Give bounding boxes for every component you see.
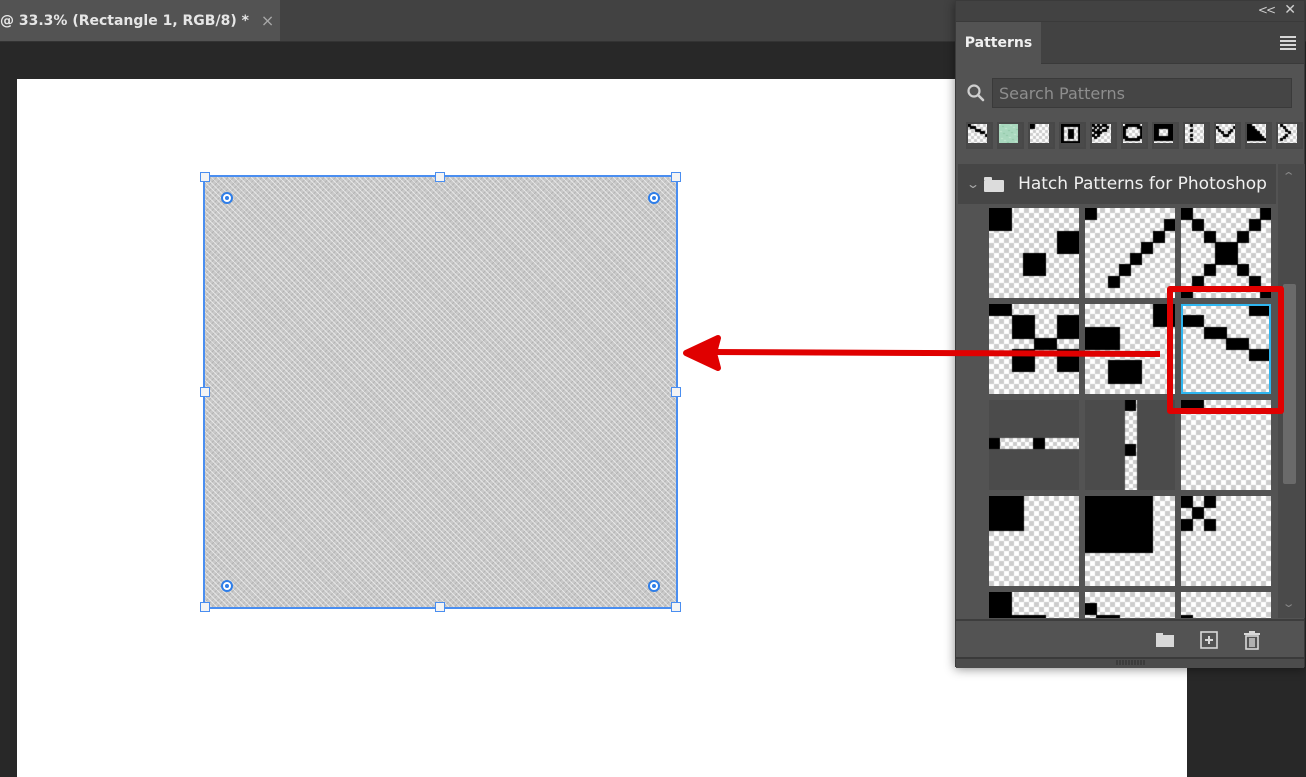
close-tab-icon[interactable]: × (261, 11, 274, 30)
transform-handle-bottom-right[interactable] (671, 602, 681, 612)
transform-handle-bottom[interactable] (435, 602, 445, 612)
pattern-group-name: Hatch Patterns for Photoshop (1018, 174, 1267, 194)
recent-pattern-square-frame[interactable] (1152, 122, 1179, 149)
pattern-swatch[interactable] (1085, 400, 1175, 490)
pattern-swatch[interactable] (1085, 496, 1175, 586)
recent-pattern-envelope-v[interactable] (1214, 122, 1241, 149)
pattern-swatch[interactable] (1085, 208, 1175, 298)
tab-patterns[interactable]: Patterns (956, 22, 1041, 64)
search-icon (966, 82, 988, 104)
scrollbar-thumb[interactable] (1283, 284, 1296, 484)
pattern-swatch[interactable] (1181, 400, 1271, 490)
recent-pattern-triangle-fill[interactable] (1245, 122, 1272, 149)
search-patterns-input[interactable] (992, 78, 1292, 108)
folder-icon (984, 176, 1005, 192)
corner-radius-handle-bottom-right[interactable] (648, 580, 660, 592)
scroll-up-icon[interactable]: ⌃ (1282, 170, 1296, 183)
transform-handle-top-right[interactable] (671, 172, 681, 182)
panel-resize-grip[interactable] (956, 657, 1304, 668)
pattern-group-header[interactable]: ⌄ Hatch Patterns for Photoshop (958, 164, 1276, 204)
rectangle-layer-shape[interactable] (203, 175, 678, 609)
pattern-swatch[interactable] (1181, 592, 1271, 618)
pattern-scrollbar[interactable]: ⌃ ⌄ (1278, 164, 1305, 618)
pattern-swatch[interactable] (1181, 208, 1271, 298)
transform-handle-bottom-left[interactable] (200, 602, 210, 612)
panel-tab-strip: Patterns (956, 22, 1304, 64)
panel-title-bar: << ✕ (956, 1, 1304, 22)
corner-radius-handle-top-left[interactable] (221, 192, 233, 204)
chevron-down-icon[interactable]: ⌄ (966, 177, 980, 191)
pattern-swatch[interactable] (1085, 592, 1175, 618)
pattern-swatch[interactable] (989, 208, 1079, 298)
pattern-swatch[interactable] (989, 400, 1079, 490)
panel-footer (956, 619, 1304, 659)
recent-pattern-dotted-vertical[interactable] (1183, 122, 1210, 149)
corner-radius-handle-top-right[interactable] (648, 192, 660, 204)
collapse-panel-icon[interactable]: << (1258, 3, 1276, 17)
document-tab[interactable]: @ 33.3% (Rectangle 1, RGB/8) * × (0, 0, 280, 41)
pattern-swatch[interactable] (989, 592, 1079, 618)
hamburger-menu-icon[interactable] (1280, 36, 1296, 52)
recent-pattern-chevron-right[interactable] (1276, 122, 1303, 149)
new-pattern-button[interactable] (1199, 630, 1219, 650)
recent-pattern-framed-bar[interactable] (1059, 122, 1086, 149)
new-group-button[interactable] (1155, 630, 1175, 650)
recent-pattern-diagonal-squares[interactable] (966, 122, 993, 149)
recent-patterns-row (966, 122, 1306, 149)
folder-icon (1156, 633, 1174, 647)
transform-handle-right[interactable] (671, 387, 681, 397)
recent-pattern-corner-square[interactable] (1028, 122, 1055, 149)
recent-pattern-ring[interactable] (1121, 122, 1148, 149)
transform-handle-top-left[interactable] (200, 172, 210, 182)
scroll-down-icon[interactable]: ⌄ (1282, 597, 1296, 610)
pattern-swatch[interactable] (1085, 304, 1175, 394)
transform-handle-top[interactable] (435, 172, 445, 182)
corner-radius-handle-bottom-left[interactable] (221, 580, 233, 592)
pattern-grid (958, 204, 1276, 618)
search-row (966, 77, 1296, 109)
document-tab-title: @ 33.3% (Rectangle 1, RGB/8) * (0, 12, 249, 29)
close-panel-icon[interactable]: ✕ (1284, 2, 1296, 18)
trash-icon (1244, 631, 1260, 650)
recent-pattern-green-texture[interactable] (997, 122, 1024, 149)
pattern-swatch[interactable] (989, 304, 1079, 394)
transform-handle-left[interactable] (200, 387, 210, 397)
pattern-swatch[interactable] (1181, 304, 1271, 394)
delete-pattern-button[interactable] (1242, 630, 1262, 650)
patterns-panel: << ✕ Patterns ⌄ Hatch Patterns for Photo… (955, 0, 1306, 668)
pattern-swatch[interactable] (989, 496, 1079, 586)
pattern-swatch[interactable] (1181, 496, 1271, 586)
add-icon (1200, 631, 1218, 649)
recent-pattern-checker-cluster[interactable] (1090, 122, 1117, 149)
